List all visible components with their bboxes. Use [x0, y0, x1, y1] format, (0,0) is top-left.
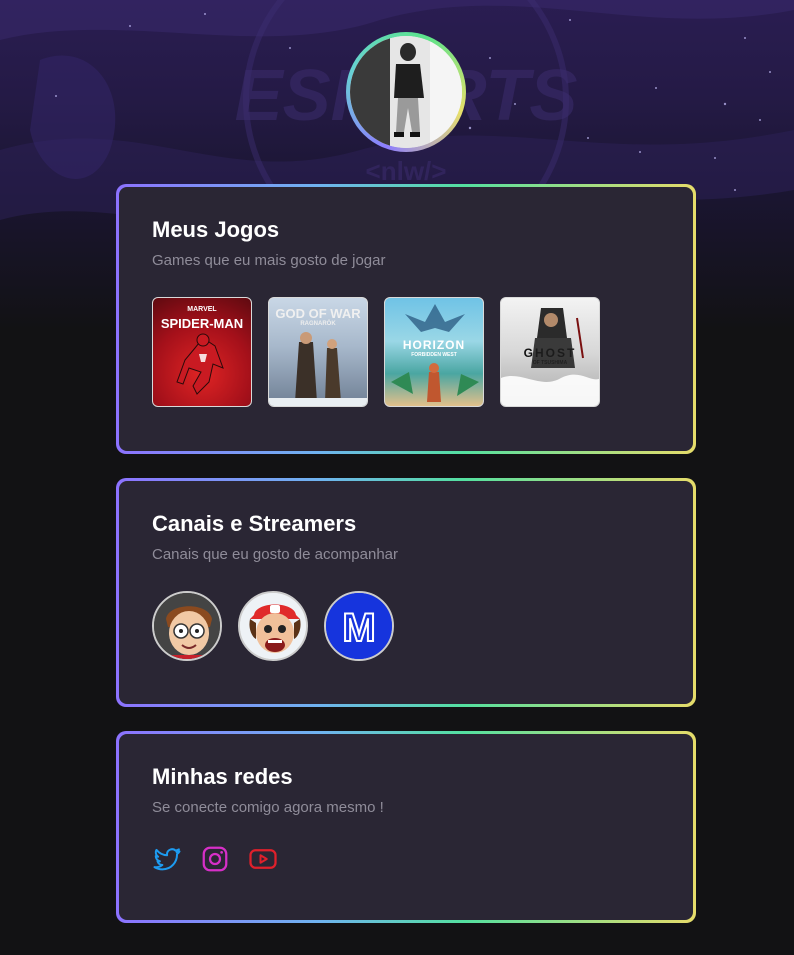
cartoon-face-icon — [154, 593, 220, 659]
streamers-list: M — [152, 591, 660, 661]
streamer-avatar-3[interactable]: M — [324, 591, 394, 661]
youtube-icon[interactable] — [248, 844, 278, 874]
game-horizon[interactable]: HORIZON FORBIDDEN WEST — [384, 297, 484, 407]
games-card: Meus Jogos Games que eu mais gosto de jo… — [116, 184, 696, 454]
streamer-avatar-1[interactable] — [152, 591, 222, 661]
bird-figure-icon — [391, 304, 479, 402]
streamers-card-subtitle: Canais que eu gosto de acompanhar — [152, 546, 399, 563]
socials-card-title: Minhas redes — [152, 764, 293, 789]
warriors-figure-icon — [269, 332, 367, 406]
social-links — [152, 844, 660, 874]
streamers-card: Canais e Streamers Canais que eu gosto d… — [116, 478, 696, 707]
streamers-card-title: Canais e Streamers — [152, 511, 357, 536]
games-card-subtitle: Games que eu mais gosto de jogar — [152, 252, 386, 269]
instagram-icon[interactable] — [200, 844, 230, 874]
svg-text:<nlw/>: <nlw/> — [366, 156, 447, 186]
game-god-of-war[interactable]: GOD OF WAR RAGNARÖK — [268, 297, 368, 407]
game-ghost[interactable]: GHOST OF TSUSHIMA — [500, 297, 600, 407]
streamer-avatar-2[interactable] — [238, 591, 308, 661]
game-spider-man[interactable]: MARVEL SPIDER-MAN — [152, 297, 252, 407]
streamer-initial: M — [341, 605, 376, 651]
socials-card-subtitle: Se conecte comigo agora mesmo ! — [152, 799, 384, 816]
profile-avatar — [350, 36, 462, 148]
cartoon-cap-face-icon — [240, 593, 306, 659]
games-list: MARVEL SPIDER-MAN GOD OF WAR RAGNARÖK HO… — [152, 297, 660, 407]
person-photo-icon — [350, 36, 462, 148]
games-card-title: Meus Jogos — [152, 217, 280, 242]
socials-card: Minhas redes Se conecte comigo agora mes… — [116, 731, 696, 923]
samurai-figure-icon — [501, 308, 599, 406]
profile-avatar-ring — [346, 32, 466, 152]
spider-man-figure-icon — [176, 333, 224, 395]
twitter-icon[interactable] — [152, 844, 182, 874]
